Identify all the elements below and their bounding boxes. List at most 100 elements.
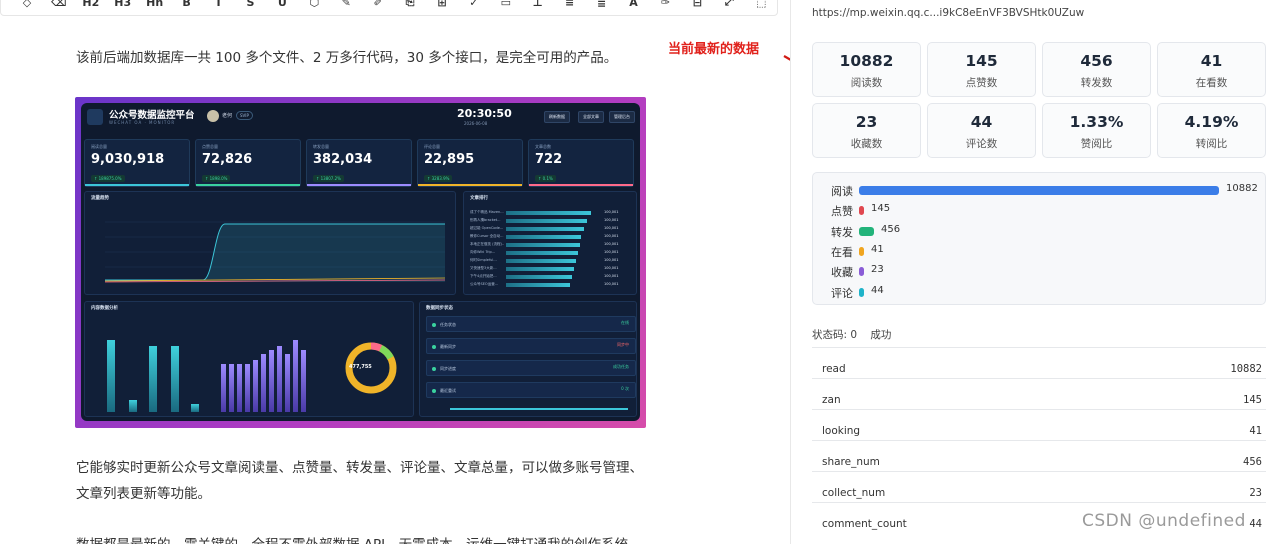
table-row: share_num 456 [812,440,1266,471]
sync-status: 0 次 [621,386,629,391]
rank-label: 下午4点开始把... [470,274,497,278]
toolbar-button[interactable]: S [234,0,266,12]
toolbar-button[interactable]: ✎ [330,0,362,12]
status-dot-icon [432,367,436,371]
bar-label: 在看 [831,245,853,259]
row-value: 44 [1249,518,1262,530]
rank-row[interactable]: 向你Wiki Trip... 100,001 [470,250,630,255]
row-key: collect_num [822,487,886,499]
content-title: 内容数据分析 [91,306,118,311]
rank-row[interactable]: 又快速型3大新... 100,001 [470,266,630,271]
toolbar-button[interactable]: ⤢ [713,0,745,12]
rank-bar [506,211,591,215]
sync-status: 在线 [621,320,629,325]
kpi-card: 点赞总量 72,826 ↑ 1898.0% [195,139,301,187]
chart-bar [229,364,234,412]
status-dot-icon [432,389,436,393]
article-distribution-chart [219,332,319,412]
rank-row[interactable]: 教你Cursor 全自动... 100,001 [470,234,630,239]
toolbar-button[interactable]: ⌫ [43,0,75,12]
chart-bar [237,364,242,412]
kpi-value: 22,895 [424,152,475,167]
rank-row[interactable]: 何时Simpleful... 100,001 [470,258,630,263]
toolbar-button[interactable]: H2 [75,0,107,12]
toolbar-button[interactable]: ≣ [586,0,618,12]
watermark: CSDN @undefined [1082,511,1246,531]
read-distribution-chart [99,332,199,412]
rank-value: 100,001 [604,282,619,286]
article-paragraph-2: 它能够实时更新公众号文章阅读量、点赞量、转发量、评论量、文章总量，可以做多账号管… [76,460,643,502]
admin-button[interactable]: 管理后台 [609,111,635,123]
stat-card: 44 评论数 [927,103,1036,158]
chart-bar [285,354,290,412]
toolbar-button[interactable]: ✓ [458,0,490,12]
toolbar-button[interactable]: ⬚ [745,0,777,12]
toolbar-button[interactable]: A [618,0,650,12]
stat-value: 4.19% [1184,113,1239,131]
rank-value: 100,001 [604,226,619,230]
rank-row[interactable]: 公众号SEO运营... 100,001 [470,282,630,287]
toolbar-button[interactable]: Hn [139,0,171,12]
article-paragraph-1: 该前后端加数据库一共 100 多个文件、2 万多行代码，30 多个接口，是完全可… [76,50,618,66]
stat-label: 评论数 [965,138,998,150]
rank-bar [506,275,572,279]
chart-bar [301,350,306,412]
bar-fill [859,226,874,236]
toolbar-button[interactable]: ◇ [11,0,43,12]
toolbar-button[interactable]: I [203,0,235,12]
toolbar-button[interactable]: B [171,0,203,12]
rank-label: 本地正在做技 (流程)... [470,242,504,246]
refresh-button[interactable]: 刷新数据 [544,111,570,123]
chart-bar [129,400,137,412]
kpi-change: ↑ 1898.0% [202,175,231,182]
bar-value: 41 [871,243,884,255]
bar-fill [859,287,864,297]
sync-status: 同步中 [617,342,629,347]
toolbar-button[interactable]: U [266,0,298,12]
toolbar-button[interactable]: ⬡ [298,0,330,12]
all-articles-button[interactable]: 全部文章 [578,111,604,123]
rank-label: 超过能 OpenCode... [470,226,504,230]
table-row: collect_num 23 [812,471,1266,502]
rank-label: 何时Simpleful... [470,258,497,262]
rank-row[interactable]: 本地正在做技 (流程)... 100,001 [470,242,630,247]
toolbar-button[interactable]: ≡ [554,0,586,12]
rank-row[interactable]: 别再人猜bracket... 100,001 [470,218,630,223]
article-url[interactable]: https://mp.weixin.qq.c...i9kC8eEnVF3BVSH… [812,7,1084,19]
toolbar-button[interactable]: ⊥ [522,0,554,12]
kpi-change: ↑ 13807.2% [313,175,344,182]
rank-value: 100,001 [604,274,619,278]
toolbar-button[interactable]: ▭ [490,0,522,12]
rank-bar [506,283,570,287]
rank-bar [506,259,576,263]
stat-label: 收藏数 [850,138,883,150]
rank-row[interactable]: 超过能 OpenCode... 100,001 [470,226,630,231]
bar-row: 收藏 23 [831,264,1251,279]
kpi-value: 9,030,918 [91,152,165,167]
kpi-label: 文章总数 [535,144,551,149]
toolbar-button[interactable]: ⎘ [394,0,426,12]
toolbar-button[interactable]: ✐ [362,0,394,12]
kpi-accent [85,184,189,186]
row-key: share_num [822,456,880,468]
sync-panel: 数据同步状态 任务状态 在线 最新同步 同步中 同步进度 成功任务 最近重试 0 次 [419,301,637,417]
bar-row: 评论 44 [831,285,1251,300]
toolbar-button[interactable]: ✑ [649,0,681,12]
rank-row[interactable]: 成了个精品 Maven... 100,001 [470,210,630,215]
stat-value: 456 [1080,52,1113,70]
sync-row: 最近重试 0 次 [426,382,636,398]
sync-label: 最近重试 [440,388,456,393]
rank-label: 成了个精品 Maven... [470,210,504,214]
rank-bar [506,219,587,223]
annotation-label: 当前最新的数据 [668,42,760,57]
rank-row[interactable]: 下午4点开始把... 100,001 [470,274,630,279]
rank-label: 别再人猜bracket... [470,218,501,222]
kpi-change: ↑ 0.1% [535,175,556,182]
status-dot-icon [432,323,436,327]
chart-bar [253,360,258,412]
toolbar-button[interactable]: H3 [107,0,139,12]
toolbar-button[interactable]: ⊞ [426,0,458,12]
stat-card: 145 点赞数 [927,42,1036,97]
stat-label: 赞阅比 [1080,138,1113,150]
toolbar-button[interactable]: ⊟ [681,0,713,12]
